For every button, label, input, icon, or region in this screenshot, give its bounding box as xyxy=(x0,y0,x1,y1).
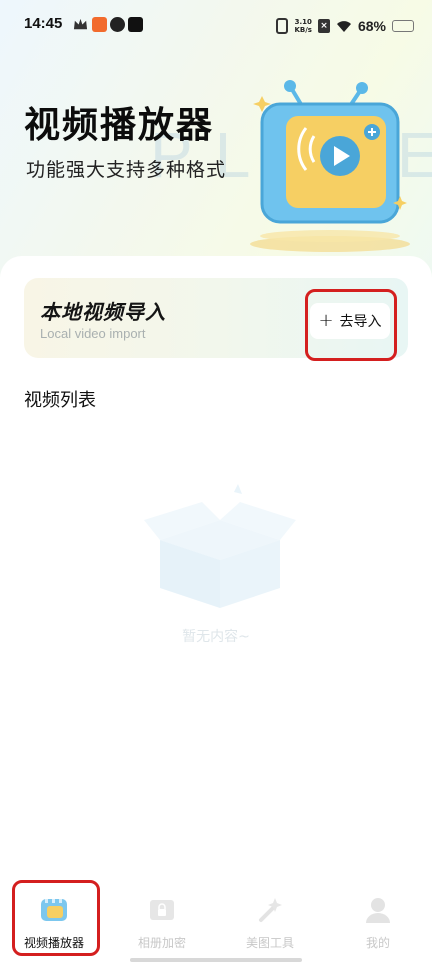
empty-state-text: 暂无内容~ xyxy=(182,629,250,645)
page-subtitle: 功能强大支持多种格式 xyxy=(26,159,227,181)
crown-icon xyxy=(73,18,88,30)
nav-label-album-lock: 相册加密 xyxy=(137,936,186,950)
vibrate-icon xyxy=(276,18,289,34)
empty-box-icon xyxy=(144,484,296,608)
import-card-subtitle: Local video import xyxy=(40,326,146,341)
status-time: 14:45 xyxy=(24,15,63,32)
beauty-tool-icon xyxy=(259,898,282,922)
nav-item-beauty-tool[interactable]: 美图工具 xyxy=(220,896,320,951)
tv-illustration-icon xyxy=(250,80,410,252)
highlight-box-nav xyxy=(12,880,100,956)
main-content xyxy=(0,256,432,964)
video-list-title: 视频列表 xyxy=(24,390,96,411)
album-lock-icon xyxy=(150,900,174,920)
page-title: 视频播放器 xyxy=(24,105,215,146)
profile-icon xyxy=(366,898,390,923)
nav-item-profile[interactable]: 我的 xyxy=(328,896,428,951)
app-notification-icon xyxy=(110,17,125,32)
tiktok-icon xyxy=(128,17,143,32)
nav-item-album-lock[interactable]: 相册加密 xyxy=(112,896,212,951)
highlight-box-import xyxy=(305,289,397,361)
no-sim-icon: × xyxy=(317,19,330,33)
status-right: 3.10 KB/s × 68% xyxy=(276,16,414,36)
net-speed-unit: KB/s xyxy=(294,26,312,34)
nav-label-profile: 我的 xyxy=(365,936,390,950)
net-speed-value: 3.10 xyxy=(294,18,312,26)
net-speed: 3.10 KB/s xyxy=(294,18,311,34)
nav-label-beauty-tool: 美图工具 xyxy=(245,936,294,950)
status-bar: 14:45 3.10 KB/s × 68% xyxy=(0,0,432,52)
app-notification-icon xyxy=(92,17,107,32)
import-card-title: 本地视频导入 xyxy=(40,300,166,324)
battery-icon xyxy=(392,20,414,32)
wifi-icon xyxy=(336,21,351,32)
battery-percent: 68% xyxy=(357,18,386,34)
home-indicator[interactable] xyxy=(130,958,302,962)
